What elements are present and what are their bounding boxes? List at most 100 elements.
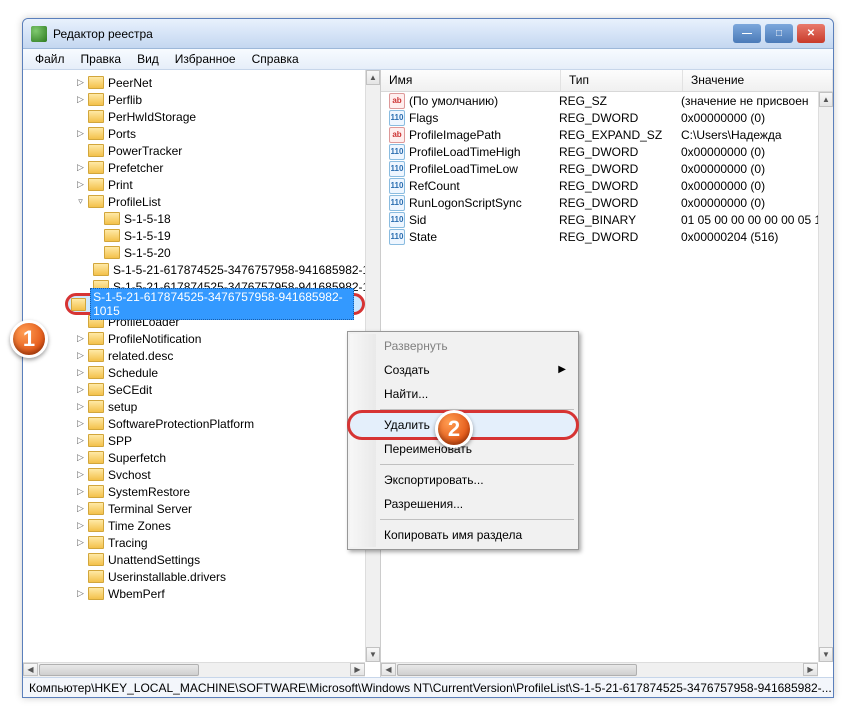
context-menu-item[interactable]: Экспортировать... bbox=[350, 468, 576, 492]
menu-file[interactable]: Файл bbox=[27, 49, 73, 69]
scrollbar-thumb[interactable] bbox=[39, 664, 199, 676]
close-button[interactable]: ✕ bbox=[797, 24, 825, 43]
scroll-left-icon[interactable]: ◀ bbox=[23, 663, 38, 676]
tree-item[interactable]: ▷SeCEdit bbox=[23, 381, 365, 398]
expander-icon[interactable] bbox=[75, 554, 86, 565]
value-row[interactable]: 110RefCountREG_DWORD0x00000000 (0) bbox=[381, 177, 818, 194]
tree-item[interactable]: ▷Svchost bbox=[23, 466, 365, 483]
tree-item[interactable]: PowerTracker bbox=[23, 142, 365, 159]
value-row[interactable]: 110ProfileLoadTimeLowREG_DWORD0x00000000… bbox=[381, 160, 818, 177]
expander-icon[interactable]: ▷ bbox=[75, 588, 86, 599]
expander-icon[interactable]: ▷ bbox=[75, 384, 86, 395]
expander-icon[interactable]: ▿ bbox=[75, 196, 86, 207]
tree-item[interactable]: ▷Ports bbox=[23, 125, 365, 142]
tree-item[interactable]: ▷SPP bbox=[23, 432, 365, 449]
expander-icon[interactable]: ▷ bbox=[75, 128, 86, 139]
value-type: REG_DWORD bbox=[559, 196, 681, 210]
expander-icon[interactable]: ▷ bbox=[75, 537, 86, 548]
scroll-down-icon[interactable]: ▼ bbox=[366, 647, 380, 662]
tree-item[interactable]: ▷Schedule bbox=[23, 364, 365, 381]
tree-item[interactable]: PerHwIdStorage bbox=[23, 108, 365, 125]
registry-tree[interactable]: ▷PeerNet▷Perflib PerHwIdStorage▷PortsPowe… bbox=[23, 70, 365, 662]
tree-item-label: PerHwIdStorage bbox=[108, 110, 196, 124]
tree-horizontal-scrollbar[interactable]: ◀ ▶ bbox=[23, 662, 365, 677]
tree-item[interactable]: ▷SoftwareProtectionPlatform bbox=[23, 415, 365, 432]
expander-icon[interactable]: ▷ bbox=[75, 452, 86, 463]
menu-edit[interactable]: Правка bbox=[73, 49, 130, 69]
value-type: REG_DWORD bbox=[559, 145, 681, 159]
tree-item[interactable]: ▷related.desc bbox=[23, 347, 365, 364]
tree-item[interactable]: ▷Terminal Server bbox=[23, 500, 365, 517]
minimize-button[interactable]: — bbox=[733, 24, 761, 43]
expander-icon[interactable]: ▷ bbox=[75, 486, 86, 497]
value-row[interactable]: ab(По умолчанию)REG_SZ(значение не присв… bbox=[381, 92, 818, 109]
expander-icon[interactable] bbox=[75, 316, 86, 327]
title-bar[interactable]: Редактор реестра — □ ✕ bbox=[23, 19, 833, 49]
expander-icon[interactable]: ▷ bbox=[75, 333, 86, 344]
tree-item[interactable]: UnattendSettings bbox=[23, 551, 365, 568]
context-menu-item[interactable]: Найти... bbox=[350, 382, 576, 406]
expander-icon[interactable] bbox=[75, 145, 86, 156]
value-row[interactable]: 110StateREG_DWORD0x00000204 (516) bbox=[381, 228, 818, 245]
tree-item[interactable]: ▷Perflib bbox=[23, 91, 365, 108]
tree-item[interactable]: ▿ProfileList bbox=[23, 193, 365, 210]
expander-icon[interactable]: ▷ bbox=[75, 94, 86, 105]
context-menu-item[interactable]: Создать▶ bbox=[350, 358, 576, 382]
expander-icon[interactable]: ▷ bbox=[75, 401, 86, 412]
tree-item[interactable]: ▷setup bbox=[23, 398, 365, 415]
tree-item[interactable]: ▷SystemRestore bbox=[23, 483, 365, 500]
expander-icon[interactable] bbox=[75, 111, 86, 122]
menu-favorites[interactable]: Избранное bbox=[167, 49, 244, 69]
tree-item[interactable]: S-1-5-20 bbox=[23, 244, 365, 261]
tree-item[interactable]: ▷Time Zones bbox=[23, 517, 365, 534]
tree-item[interactable]: S-1-5-21-617874525-3476757958-941685982-… bbox=[23, 261, 365, 278]
tree-item[interactable]: S-1-5-18 bbox=[23, 210, 365, 227]
value-row[interactable]: abProfileImagePathREG_EXPAND_SZC:\Users\… bbox=[381, 126, 818, 143]
expander-icon[interactable]: ▷ bbox=[75, 77, 86, 88]
tree-item[interactable]: ▷WbemPerf bbox=[23, 585, 365, 602]
tree-item[interactable]: Userinstallable.drivers bbox=[23, 568, 365, 585]
tree-item[interactable]: ▷Tracing bbox=[23, 534, 365, 551]
values-vertical-scrollbar[interactable]: ▲ ▼ bbox=[818, 92, 833, 662]
col-name-header[interactable]: Имя bbox=[381, 70, 561, 91]
scrollbar-thumb[interactable] bbox=[397, 664, 637, 676]
scroll-right-icon[interactable]: ▶ bbox=[350, 663, 365, 676]
tree-item[interactable]: S-1-5-19 bbox=[23, 227, 365, 244]
value-row[interactable]: 110ProfileLoadTimeHighREG_DWORD0x0000000… bbox=[381, 143, 818, 160]
scroll-right-icon[interactable]: ▶ bbox=[803, 663, 818, 676]
scroll-up-icon[interactable]: ▲ bbox=[819, 92, 833, 107]
menu-help[interactable]: Справка bbox=[244, 49, 307, 69]
value-row[interactable]: 110SidREG_BINARY01 05 00 00 00 00 00 05 … bbox=[381, 211, 818, 228]
col-type-header[interactable]: Тип bbox=[561, 70, 683, 91]
context-menu-item[interactable]: Копировать имя раздела bbox=[350, 523, 576, 547]
menu-view[interactable]: Вид bbox=[129, 49, 167, 69]
tree-item[interactable]: ▷Superfetch bbox=[23, 449, 365, 466]
expander-icon[interactable]: ▷ bbox=[75, 435, 86, 446]
expander-icon[interactable] bbox=[75, 571, 86, 582]
expander-icon[interactable]: ▷ bbox=[75, 469, 86, 480]
expander-icon[interactable] bbox=[91, 230, 102, 241]
maximize-button[interactable]: □ bbox=[765, 24, 793, 43]
context-menu-item[interactable]: Разрешения... bbox=[350, 492, 576, 516]
tree-item[interactable]: ▷Print bbox=[23, 176, 365, 193]
expander-icon[interactable]: ▷ bbox=[75, 367, 86, 378]
expander-icon[interactable]: ▷ bbox=[75, 503, 86, 514]
tree-item[interactable]: ▷Prefetcher bbox=[23, 159, 365, 176]
scroll-down-icon[interactable]: ▼ bbox=[819, 647, 833, 662]
expander-icon[interactable]: ▷ bbox=[75, 162, 86, 173]
value-row[interactable]: 110RunLogonScriptSyncREG_DWORD0x00000000… bbox=[381, 194, 818, 211]
tree-item-selected[interactable]: S-1-5-21-617874525-3476757958-941685982-… bbox=[65, 293, 365, 315]
expander-icon[interactable]: ▷ bbox=[75, 350, 86, 361]
col-value-header[interactable]: Значение bbox=[683, 70, 833, 91]
expander-icon[interactable]: ▷ bbox=[75, 418, 86, 429]
expander-icon[interactable]: ▷ bbox=[75, 179, 86, 190]
expander-icon[interactable] bbox=[91, 213, 102, 224]
tree-item[interactable]: ▷ProfileNotification bbox=[23, 330, 365, 347]
scroll-left-icon[interactable]: ◀ bbox=[381, 663, 396, 676]
values-horizontal-scrollbar[interactable]: ◀ ▶ bbox=[381, 662, 818, 677]
tree-item[interactable]: ▷PeerNet bbox=[23, 74, 365, 91]
value-row[interactable]: 110FlagsREG_DWORD0x00000000 (0) bbox=[381, 109, 818, 126]
expander-icon[interactable]: ▷ bbox=[75, 520, 86, 531]
expander-icon[interactable] bbox=[91, 247, 102, 258]
scroll-up-icon[interactable]: ▲ bbox=[366, 70, 380, 85]
